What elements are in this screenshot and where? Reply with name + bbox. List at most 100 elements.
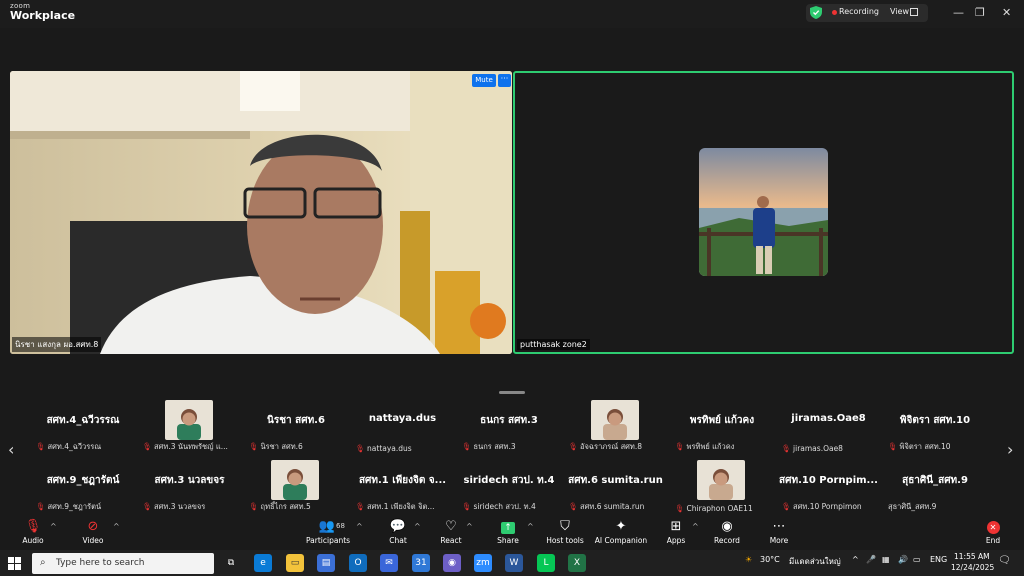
microphone-muted-icon: 🎙 bbox=[568, 502, 579, 511]
chat-app-icon[interactable]: ◉ bbox=[443, 554, 461, 572]
file-explorer-icon[interactable]: ▭ bbox=[286, 554, 304, 572]
word-icon[interactable]: W bbox=[505, 554, 523, 572]
participant-tile[interactable]: พิจิตรา สศท.10 🎙 พิจิตรา สศท.10 bbox=[882, 400, 988, 455]
search-icon: ⌕ bbox=[40, 557, 46, 568]
taskbar-search-box[interactable]: ⌕ Type here to search bbox=[32, 553, 214, 574]
record-button[interactable]: ◉ Record bbox=[713, 518, 741, 545]
excel-icon[interactable]: X bbox=[568, 554, 586, 572]
microphone-muted-icon: 🎙 bbox=[355, 502, 366, 511]
audio-label: Audio bbox=[22, 536, 44, 545]
weather-text[interactable]: มีแดดส่วนใหญ่ bbox=[789, 555, 841, 568]
chat-button[interactable]: 💬 Chat bbox=[386, 518, 410, 545]
recording-label: Recording bbox=[839, 7, 880, 16]
notifications-icon[interactable]: 🗨 bbox=[998, 555, 1011, 566]
participant-tile[interactable]: สศท.6 sumita.run 🎙 สศท.6 sumita.run bbox=[563, 460, 669, 515]
participant-video-thumbnail bbox=[590, 400, 639, 440]
share-options-icon[interactable]: ^ bbox=[527, 522, 534, 531]
participant-tile[interactable]: nattaya.dus 🎙 nattaya.dus bbox=[350, 400, 456, 455]
participant-tile[interactable]: สศท.3 นวลขจร 🎙 สศท.3 นวลขจร bbox=[137, 460, 243, 515]
view-button[interactable]: View bbox=[890, 7, 909, 16]
zoom-app-icon[interactable]: zm bbox=[474, 554, 492, 572]
more-button[interactable]: ⋯ More bbox=[767, 518, 791, 545]
microphone-muted-icon: 🎙 bbox=[142, 442, 153, 451]
windows-start-icon[interactable] bbox=[8, 557, 21, 570]
microphone-icon[interactable]: 🎤 bbox=[866, 555, 876, 564]
participant-tile[interactable]: นิรชา สศท.6 🎙 นิรชา สศท.6 bbox=[243, 400, 349, 455]
participant-display-name: พรทิพย์ แก้วคง bbox=[689, 415, 755, 426]
share-button[interactable]: ↑ Share bbox=[496, 518, 520, 545]
ai-companion-button[interactable]: ✦ AI Companion bbox=[594, 518, 648, 545]
tray-expand-icon[interactable]: ^ bbox=[852, 555, 859, 564]
participant-name-label: สุธาศินี_สศท.9 bbox=[888, 501, 936, 513]
participants-options-icon[interactable]: ^ bbox=[356, 522, 363, 531]
speaker-video-image bbox=[10, 71, 512, 354]
mute-participant-button[interactable]: Mute bbox=[472, 74, 496, 87]
participant-name-label: 🎙 นิรชา สศท.6 bbox=[249, 441, 303, 453]
volume-icon[interactable]: 🔊 bbox=[898, 555, 908, 564]
network-icon[interactable]: ▦ bbox=[882, 555, 890, 564]
participant-tile[interactable]: 🎙 ฤทธิ์ไกร สศท.5 bbox=[243, 460, 349, 515]
windows-taskbar: ⌕ Type here to search ⧉ e ▭ ▤ O ✉ 31 ◉ z… bbox=[0, 550, 1024, 576]
participant-tile[interactable]: siridech สวป. ท.4 🎙 siridech สวป. ท.4 bbox=[456, 460, 562, 515]
audio-button[interactable]: 🎙 Audio bbox=[20, 518, 46, 545]
outlook-icon[interactable]: O bbox=[349, 554, 367, 572]
video-button[interactable]: ⊘ Video bbox=[80, 518, 106, 545]
more-options-button[interactable]: ··· bbox=[498, 74, 511, 87]
gallery-prev-icon[interactable]: ‹ bbox=[8, 440, 14, 459]
chat-options-icon[interactable]: ^ bbox=[414, 522, 421, 531]
record-label: Record bbox=[714, 536, 740, 545]
react-options-icon[interactable]: ^ bbox=[466, 522, 473, 531]
participant-display-name: siridech สวป. ท.4 bbox=[463, 475, 555, 486]
participant-name-label: 🎙 สศท.6 sumita.run bbox=[569, 501, 645, 513]
participant-name-label: 🎙 พิจิตรา สศท.10 bbox=[888, 441, 951, 453]
task-view-icon[interactable]: ⧉ bbox=[222, 554, 240, 572]
host-tools-label: Host tools bbox=[546, 536, 584, 545]
video-options-icon[interactable]: ^ bbox=[113, 522, 120, 531]
clock-date[interactable]: 12/24/2025 bbox=[951, 563, 994, 572]
participant-tile[interactable]: สศท.10 Pornpim... 🎙 สศท.10 Pornpimon bbox=[776, 460, 882, 515]
participant-tile[interactable]: 🎙 Chiraphon OAE11 bbox=[669, 460, 775, 515]
participants-button[interactable]: 👥 68 Participants bbox=[306, 518, 350, 545]
calendar-icon[interactable]: 31 bbox=[412, 554, 430, 572]
close-icon[interactable]: ✕ bbox=[1002, 6, 1011, 19]
participant-tile[interactable]: jiramas.Oae8 🎙 jiramas.Oae8 bbox=[776, 400, 882, 455]
microphone-muted-icon: 🎙 bbox=[781, 502, 792, 511]
participant-display-name: ธนกร สศท.3 bbox=[480, 415, 538, 426]
microphone-muted-icon: 🎙 bbox=[24, 519, 42, 534]
participant-name-text: jiramas.Oae8 bbox=[793, 444, 843, 453]
end-icon: ✕ bbox=[982, 518, 1004, 536]
microphone-muted-icon: 🎙 bbox=[462, 502, 472, 511]
participant-tile[interactable]: สศท.4_ฉวีวรรณ 🎙 สศท.4_ฉวีวรรณ bbox=[30, 400, 136, 455]
restore-icon[interactable]: ❐ bbox=[975, 6, 985, 19]
resize-handle[interactable] bbox=[499, 391, 525, 394]
participant-tile[interactable]: สศท.9_ชฎารัตน์ 🎙 สศท.9_ชฎารัตน์ bbox=[30, 460, 136, 515]
participant-tile[interactable]: สุธาศินี_สศท.9 สุธาศินี_สศท.9 bbox=[882, 460, 988, 515]
display-icon[interactable]: ▭ bbox=[913, 555, 921, 564]
participant-tile[interactable]: ธนกร สศท.3 🎙 ธนกร สศท.3 bbox=[456, 400, 562, 455]
clock-time[interactable]: 11:55 AM bbox=[954, 552, 990, 561]
react-button[interactable]: ♡ React bbox=[439, 518, 463, 545]
gallery-next-icon[interactable]: › bbox=[1007, 440, 1013, 459]
minimize-icon[interactable]: — bbox=[953, 6, 964, 19]
grid-view-icon[interactable] bbox=[910, 8, 918, 16]
participant-name-label: 🎙 siridech สวป. ท.4 bbox=[462, 501, 536, 513]
audio-options-icon[interactable]: ^ bbox=[50, 522, 57, 531]
participant-tile[interactable]: 🎙 อัจฉราภรณ์ สศท.8 bbox=[563, 400, 669, 455]
line-app-icon[interactable]: L bbox=[537, 554, 555, 572]
main-video-tile[interactable]: นิรชา แสงกุล ผอ.สศท.8 bbox=[10, 71, 512, 354]
store-icon[interactable]: ▤ bbox=[317, 554, 335, 572]
participant-tile[interactable]: 🎙 สศท.3 นันทพรัชญ์ แ... bbox=[137, 400, 243, 455]
mail-icon[interactable]: ✉ bbox=[380, 554, 398, 572]
participant-tile[interactable]: สศท.1 เพียงจิต จ... 🎙 สศท.1 เพียงจิต จิต..… bbox=[350, 460, 456, 515]
edge-icon[interactable]: e bbox=[254, 554, 272, 572]
participant-name-text: ฤทธิ์ไกร สศท.5 bbox=[260, 502, 311, 511]
participant-tile[interactable]: พรทิพย์ แก้วคง 🎙 พรทิพย์ แก้วคง bbox=[669, 400, 775, 455]
weather-temp[interactable]: 30°C bbox=[760, 555, 780, 564]
host-tools-button[interactable]: ⛉ Host tools bbox=[546, 518, 584, 545]
end-meeting-button[interactable]: ✕ End bbox=[982, 518, 1004, 545]
apps-options-icon[interactable]: ^ bbox=[692, 522, 699, 531]
apps-button[interactable]: ⊞ Apps bbox=[664, 518, 688, 545]
meeting-toolbar: 🎙 Audio ^ ⊘ Video ^ 👥 68 Participants ^ … bbox=[0, 516, 1024, 550]
participant-video-thumbnail bbox=[164, 400, 213, 440]
language-indicator[interactable]: ENG bbox=[930, 555, 947, 564]
